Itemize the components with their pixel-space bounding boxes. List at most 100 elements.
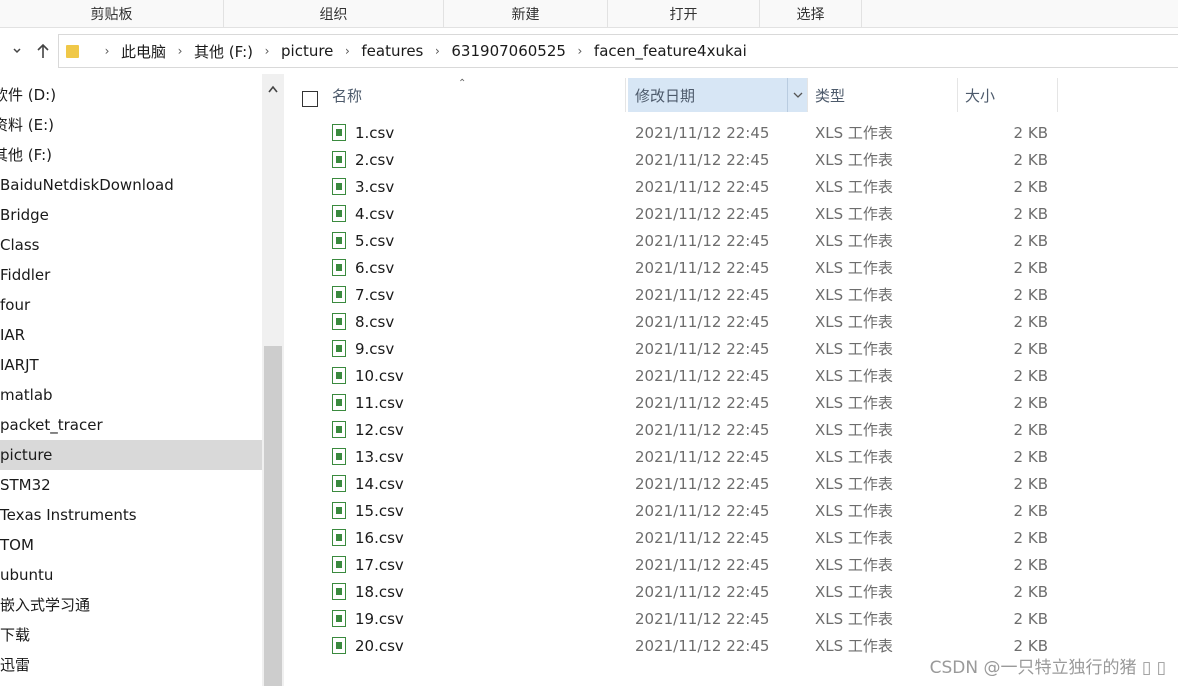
file-row[interactable]: 9.csv 2021/11/12 22:45 XLS 工作表 2 KB [284,336,1178,363]
file-row[interactable]: 5.csv 2021/11/12 22:45 XLS 工作表 2 KB [284,228,1178,255]
file-row[interactable]: 18.csv 2021/11/12 22:45 XLS 工作表 2 KB [284,579,1178,606]
sidebar-item-drive-d[interactable]: 软件 (D:) [0,80,255,110]
sidebar-item-baidunetdiskdownload[interactable]: BaiduNetdiskDownload [0,170,262,200]
file-row[interactable]: 6.csv 2021/11/12 22:45 XLS 工作表 2 KB [284,255,1178,282]
file-type: XLS 工作表 [815,556,893,574]
sidebar-item-tom[interactable]: TOM [0,530,262,560]
address-bar[interactable]: › 此电脑 › 其他 (F:) › picture › features › 6… [58,34,1178,68]
file-row[interactable]: 13.csv 2021/11/12 22:45 XLS 工作表 2 KB [284,444,1178,471]
file-modified-date: 2021/11/12 22:45 [635,529,770,547]
breadcrumb-picture[interactable]: picture [281,42,333,60]
spreadsheet-file-icon [332,610,346,627]
scroll-thumb[interactable] [264,346,282,686]
breadcrumb-current-folder[interactable]: facen_feature4xukai [594,42,747,60]
sidebar-item-four[interactable]: four [0,290,262,320]
file-name: 16.csv [355,529,404,547]
file-row[interactable]: 3.csv 2021/11/12 22:45 XLS 工作表 2 KB [284,174,1178,201]
sidebar-item-iar[interactable]: IAR [0,320,262,350]
file-row[interactable]: 8.csv 2021/11/12 22:45 XLS 工作表 2 KB [284,309,1178,336]
breadcrumb-separator-icon[interactable]: › [333,44,361,58]
column-header-date[interactable]: 修改日期 [628,78,808,112]
file-row[interactable]: 17.csv 2021/11/12 22:45 XLS 工作表 2 KB [284,552,1178,579]
file-name: 11.csv [355,394,404,412]
sidebar-item-ubuntu[interactable]: ubuntu [0,560,262,590]
navigation-pane: 软件 (D:) 资料 (E:) 其他 (F:) BaiduNetdiskDown… [0,74,262,686]
ribbon-group-open[interactable]: 打开 [608,0,760,28]
chevron-left-icon[interactable] [6,40,28,62]
breadcrumb-separator-icon[interactable]: › [253,44,281,58]
breadcrumb-separator-icon[interactable]: › [566,44,594,58]
folder-icon [66,44,79,58]
breadcrumb-id-folder[interactable]: 631907060525 [451,42,566,60]
sidebar-item-bridge[interactable]: Bridge [0,200,262,230]
file-row[interactable]: 1.csv 2021/11/12 22:45 XLS 工作表 2 KB [284,120,1178,147]
spreadsheet-file-icon [332,394,346,411]
ribbon-group-organize[interactable]: 组织 [224,0,444,28]
file-row[interactable]: 7.csv 2021/11/12 22:45 XLS 工作表 2 KB [284,282,1178,309]
sidebar-item-iarjt[interactable]: IARJT [0,350,262,380]
breadcrumb-separator-icon[interactable]: › [93,44,121,58]
file-name: 12.csv [355,421,404,439]
breadcrumb-drive-f[interactable]: 其他 (F:) [194,41,253,62]
ribbon-group-label: 组织 [319,7,348,23]
column-header-size[interactable]: 大小 [958,78,1058,112]
column-header-name-label: 名称 [332,86,363,105]
column-header-date-label: 修改日期 [635,86,696,105]
address-row: › 此电脑 › 其他 (F:) › picture › features › 6… [0,28,1178,74]
sidebar-item-matlab[interactable]: matlab [0,380,262,410]
ribbon-group-new[interactable]: 新建 [444,0,608,28]
sidebar-item-picture[interactable]: picture [0,440,262,470]
sidebar-item-drive-f[interactable]: 其他 (F:) [0,140,255,170]
ribbon-group-select[interactable]: 选择 [760,0,862,28]
nav-scrollbar[interactable] [262,74,284,686]
column-header-type[interactable]: 类型 [808,78,958,112]
select-all-checkbox[interactable] [302,91,318,107]
file-row[interactable]: 11.csv 2021/11/12 22:45 XLS 工作表 2 KB [284,390,1178,417]
file-type: XLS 工作表 [815,394,893,412]
breadcrumb-features[interactable]: features [361,42,423,60]
sidebar-item-class[interactable]: Class [0,230,262,260]
sidebar-item-embedded-study[interactable]: 嵌入式学习通 [0,590,262,620]
spreadsheet-file-icon [332,313,346,330]
sidebar-item-stm32[interactable]: STM32 [0,470,262,500]
file-size: 2 KB [1013,502,1048,520]
ribbon-group-clipboard[interactable]: 剪贴板 [0,0,224,28]
breadcrumb-separator-icon[interactable]: › [166,44,194,58]
file-modified-date: 2021/11/12 22:45 [635,151,770,169]
file-row[interactable]: 10.csv 2021/11/12 22:45 XLS 工作表 2 KB [284,363,1178,390]
file-row[interactable]: 4.csv 2021/11/12 22:45 XLS 工作表 2 KB [284,201,1178,228]
column-header-name[interactable]: 名称 [332,78,626,112]
sidebar-item-fiddler[interactable]: Fiddler [0,260,262,290]
spreadsheet-file-icon [332,529,346,546]
file-name: 2.csv [355,151,395,169]
file-modified-date: 2021/11/12 22:45 [635,232,770,250]
sidebar-item-downloads[interactable]: 下载 [0,620,262,650]
sidebar-item-texas-instruments[interactable]: Texas Instruments [0,500,262,530]
spreadsheet-file-icon [332,502,346,519]
chevron-down-icon[interactable] [787,78,807,112]
sidebar-item-packet-tracer[interactable]: packet_tracer [0,410,262,440]
file-row[interactable]: 2.csv 2021/11/12 22:45 XLS 工作表 2 KB [284,147,1178,174]
ribbon-group-label: 打开 [669,7,698,23]
file-type: XLS 工作表 [815,421,893,439]
scroll-up-arrow-icon[interactable] [262,78,284,100]
spreadsheet-file-icon [332,637,346,654]
file-size: 2 KB [1013,394,1048,412]
sidebar-item-drive-e[interactable]: 资料 (E:) [0,110,255,140]
file-name: 15.csv [355,502,404,520]
file-row[interactable]: 16.csv 2021/11/12 22:45 XLS 工作表 2 KB [284,525,1178,552]
file-row[interactable]: 19.csv 2021/11/12 22:45 XLS 工作表 2 KB [284,606,1178,633]
file-modified-date: 2021/11/12 22:45 [635,556,770,574]
breadcrumb-separator-icon[interactable]: › [423,44,451,58]
sidebar-item-xunlei[interactable]: 迅雷 [0,650,262,680]
file-size: 2 KB [1013,421,1048,439]
file-row[interactable]: 12.csv 2021/11/12 22:45 XLS 工作表 2 KB [284,417,1178,444]
file-modified-date: 2021/11/12 22:45 [635,475,770,493]
file-name: 6.csv [355,259,395,277]
file-row[interactable]: 15.csv 2021/11/12 22:45 XLS 工作表 2 KB [284,498,1178,525]
breadcrumb-this-pc[interactable]: 此电脑 [121,41,166,62]
file-name: 13.csv [355,448,404,466]
file-row[interactable]: 14.csv 2021/11/12 22:45 XLS 工作表 2 KB [284,471,1178,498]
arrow-up-icon[interactable] [32,40,54,62]
ribbon-group-labels: 剪贴板 组织 新建 打开 选择 [0,0,1178,28]
